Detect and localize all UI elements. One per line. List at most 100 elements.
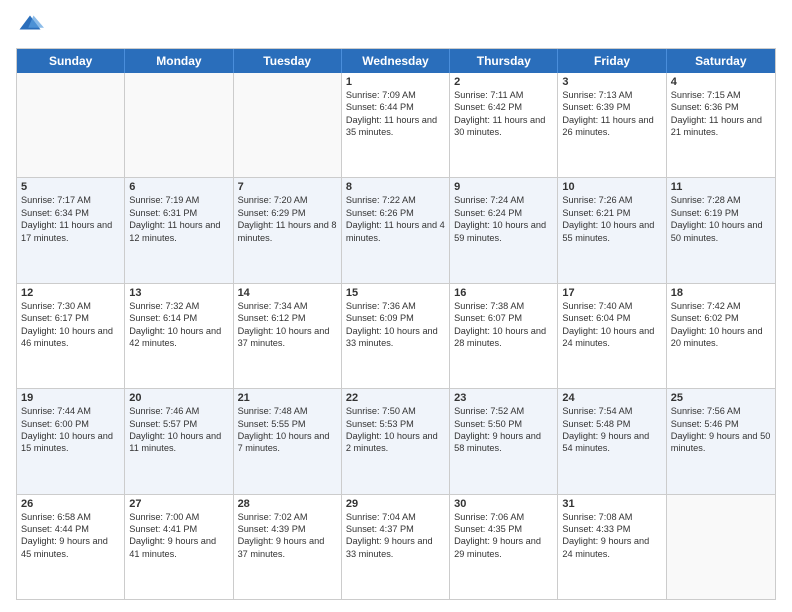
calendar-cell-w2d1: 13Sunrise: 7:32 AMSunset: 6:14 PMDayligh…	[125, 284, 233, 388]
cell-content: Sunrise: 7:52 AMSunset: 5:50 PMDaylight:…	[454, 405, 553, 455]
cell-content: Sunrise: 7:48 AMSunset: 5:55 PMDaylight:…	[238, 405, 337, 455]
cell-content: Sunrise: 7:11 AMSunset: 6:42 PMDaylight:…	[454, 89, 553, 139]
calendar-cell-w4d0: 26Sunrise: 6:58 AMSunset: 4:44 PMDayligh…	[17, 495, 125, 599]
day-number: 11	[671, 181, 771, 193]
header-day-saturday: Saturday	[667, 49, 775, 73]
calendar-cell-w0d2	[234, 73, 342, 177]
day-number: 26	[21, 498, 120, 510]
cell-content: Sunrise: 7:42 AMSunset: 6:02 PMDaylight:…	[671, 300, 771, 350]
cell-content: Sunrise: 7:09 AMSunset: 6:44 PMDaylight:…	[346, 89, 445, 139]
calendar-cell-w2d5: 17Sunrise: 7:40 AMSunset: 6:04 PMDayligh…	[558, 284, 666, 388]
calendar-cell-w3d0: 19Sunrise: 7:44 AMSunset: 6:00 PMDayligh…	[17, 389, 125, 493]
calendar-cell-w4d5: 31Sunrise: 7:08 AMSunset: 4:33 PMDayligh…	[558, 495, 666, 599]
cell-content: Sunrise: 7:06 AMSunset: 4:35 PMDaylight:…	[454, 511, 553, 561]
day-number: 12	[21, 287, 120, 299]
cell-content: Sunrise: 6:58 AMSunset: 4:44 PMDaylight:…	[21, 511, 120, 561]
calendar-cell-w1d0: 5Sunrise: 7:17 AMSunset: 6:34 PMDaylight…	[17, 178, 125, 282]
calendar-cell-w3d4: 23Sunrise: 7:52 AMSunset: 5:50 PMDayligh…	[450, 389, 558, 493]
cell-content: Sunrise: 7:50 AMSunset: 5:53 PMDaylight:…	[346, 405, 445, 455]
day-number: 15	[346, 287, 445, 299]
header	[16, 12, 776, 40]
cell-content: Sunrise: 7:17 AMSunset: 6:34 PMDaylight:…	[21, 194, 120, 244]
day-number: 2	[454, 76, 553, 88]
calendar-cell-w4d4: 30Sunrise: 7:06 AMSunset: 4:35 PMDayligh…	[450, 495, 558, 599]
calendar-cell-w1d6: 11Sunrise: 7:28 AMSunset: 6:19 PMDayligh…	[667, 178, 775, 282]
day-number: 28	[238, 498, 337, 510]
cell-content: Sunrise: 7:36 AMSunset: 6:09 PMDaylight:…	[346, 300, 445, 350]
cell-content: Sunrise: 7:22 AMSunset: 6:26 PMDaylight:…	[346, 194, 445, 244]
cell-content: Sunrise: 7:04 AMSunset: 4:37 PMDaylight:…	[346, 511, 445, 561]
calendar-cell-w4d3: 29Sunrise: 7:04 AMSunset: 4:37 PMDayligh…	[342, 495, 450, 599]
day-number: 23	[454, 392, 553, 404]
day-number: 9	[454, 181, 553, 193]
calendar-cell-w1d1: 6Sunrise: 7:19 AMSunset: 6:31 PMDaylight…	[125, 178, 233, 282]
calendar-cell-w3d3: 22Sunrise: 7:50 AMSunset: 5:53 PMDayligh…	[342, 389, 450, 493]
day-number: 27	[129, 498, 228, 510]
page: SundayMondayTuesdayWednesdayThursdayFrid…	[0, 0, 792, 612]
cell-content: Sunrise: 7:08 AMSunset: 4:33 PMDaylight:…	[562, 511, 661, 561]
calendar-row-3: 19Sunrise: 7:44 AMSunset: 6:00 PMDayligh…	[17, 389, 775, 494]
logo	[16, 12, 48, 40]
calendar-row-2: 12Sunrise: 7:30 AMSunset: 6:17 PMDayligh…	[17, 284, 775, 389]
day-number: 17	[562, 287, 661, 299]
calendar-cell-w3d6: 25Sunrise: 7:56 AMSunset: 5:46 PMDayligh…	[667, 389, 775, 493]
calendar-cell-w2d2: 14Sunrise: 7:34 AMSunset: 6:12 PMDayligh…	[234, 284, 342, 388]
calendar-cell-w0d4: 2Sunrise: 7:11 AMSunset: 6:42 PMDaylight…	[450, 73, 558, 177]
cell-content: Sunrise: 7:40 AMSunset: 6:04 PMDaylight:…	[562, 300, 661, 350]
header-day-tuesday: Tuesday	[234, 49, 342, 73]
day-number: 22	[346, 392, 445, 404]
day-number: 8	[346, 181, 445, 193]
cell-content: Sunrise: 7:54 AMSunset: 5:48 PMDaylight:…	[562, 405, 661, 455]
cell-content: Sunrise: 7:32 AMSunset: 6:14 PMDaylight:…	[129, 300, 228, 350]
day-number: 14	[238, 287, 337, 299]
day-number: 4	[671, 76, 771, 88]
day-number: 1	[346, 76, 445, 88]
day-number: 30	[454, 498, 553, 510]
calendar-cell-w2d3: 15Sunrise: 7:36 AMSunset: 6:09 PMDayligh…	[342, 284, 450, 388]
day-number: 7	[238, 181, 337, 193]
header-day-sunday: Sunday	[17, 49, 125, 73]
logo-icon	[16, 12, 44, 40]
header-day-monday: Monday	[125, 49, 233, 73]
day-number: 18	[671, 287, 771, 299]
calendar-cell-w3d5: 24Sunrise: 7:54 AMSunset: 5:48 PMDayligh…	[558, 389, 666, 493]
calendar-body: 1Sunrise: 7:09 AMSunset: 6:44 PMDaylight…	[17, 73, 775, 599]
cell-content: Sunrise: 7:30 AMSunset: 6:17 PMDaylight:…	[21, 300, 120, 350]
cell-content: Sunrise: 7:56 AMSunset: 5:46 PMDaylight:…	[671, 405, 771, 455]
day-number: 13	[129, 287, 228, 299]
cell-content: Sunrise: 7:00 AMSunset: 4:41 PMDaylight:…	[129, 511, 228, 561]
calendar-cell-w2d0: 12Sunrise: 7:30 AMSunset: 6:17 PMDayligh…	[17, 284, 125, 388]
calendar-cell-w1d2: 7Sunrise: 7:20 AMSunset: 6:29 PMDaylight…	[234, 178, 342, 282]
calendar-cell-w2d6: 18Sunrise: 7:42 AMSunset: 6:02 PMDayligh…	[667, 284, 775, 388]
calendar-cell-w0d5: 3Sunrise: 7:13 AMSunset: 6:39 PMDaylight…	[558, 73, 666, 177]
cell-content: Sunrise: 7:24 AMSunset: 6:24 PMDaylight:…	[454, 194, 553, 244]
cell-content: Sunrise: 7:46 AMSunset: 5:57 PMDaylight:…	[129, 405, 228, 455]
day-number: 29	[346, 498, 445, 510]
calendar-header: SundayMondayTuesdayWednesdayThursdayFrid…	[17, 49, 775, 73]
calendar-cell-w0d1	[125, 73, 233, 177]
calendar-cell-w3d1: 20Sunrise: 7:46 AMSunset: 5:57 PMDayligh…	[125, 389, 233, 493]
day-number: 24	[562, 392, 661, 404]
header-day-wednesday: Wednesday	[342, 49, 450, 73]
calendar-cell-w0d3: 1Sunrise: 7:09 AMSunset: 6:44 PMDaylight…	[342, 73, 450, 177]
calendar-cell-w3d2: 21Sunrise: 7:48 AMSunset: 5:55 PMDayligh…	[234, 389, 342, 493]
calendar-cell-w4d6	[667, 495, 775, 599]
calendar-cell-w0d6: 4Sunrise: 7:15 AMSunset: 6:36 PMDaylight…	[667, 73, 775, 177]
day-number: 19	[21, 392, 120, 404]
day-number: 5	[21, 181, 120, 193]
calendar-cell-w4d2: 28Sunrise: 7:02 AMSunset: 4:39 PMDayligh…	[234, 495, 342, 599]
calendar-row-1: 5Sunrise: 7:17 AMSunset: 6:34 PMDaylight…	[17, 178, 775, 283]
cell-content: Sunrise: 7:15 AMSunset: 6:36 PMDaylight:…	[671, 89, 771, 139]
calendar-cell-w4d1: 27Sunrise: 7:00 AMSunset: 4:41 PMDayligh…	[125, 495, 233, 599]
day-number: 6	[129, 181, 228, 193]
day-number: 21	[238, 392, 337, 404]
calendar-row-4: 26Sunrise: 6:58 AMSunset: 4:44 PMDayligh…	[17, 495, 775, 599]
header-day-friday: Friday	[558, 49, 666, 73]
calendar-cell-w1d3: 8Sunrise: 7:22 AMSunset: 6:26 PMDaylight…	[342, 178, 450, 282]
header-day-thursday: Thursday	[450, 49, 558, 73]
calendar-cell-w2d4: 16Sunrise: 7:38 AMSunset: 6:07 PMDayligh…	[450, 284, 558, 388]
day-number: 16	[454, 287, 553, 299]
day-number: 3	[562, 76, 661, 88]
cell-content: Sunrise: 7:28 AMSunset: 6:19 PMDaylight:…	[671, 194, 771, 244]
day-number: 10	[562, 181, 661, 193]
